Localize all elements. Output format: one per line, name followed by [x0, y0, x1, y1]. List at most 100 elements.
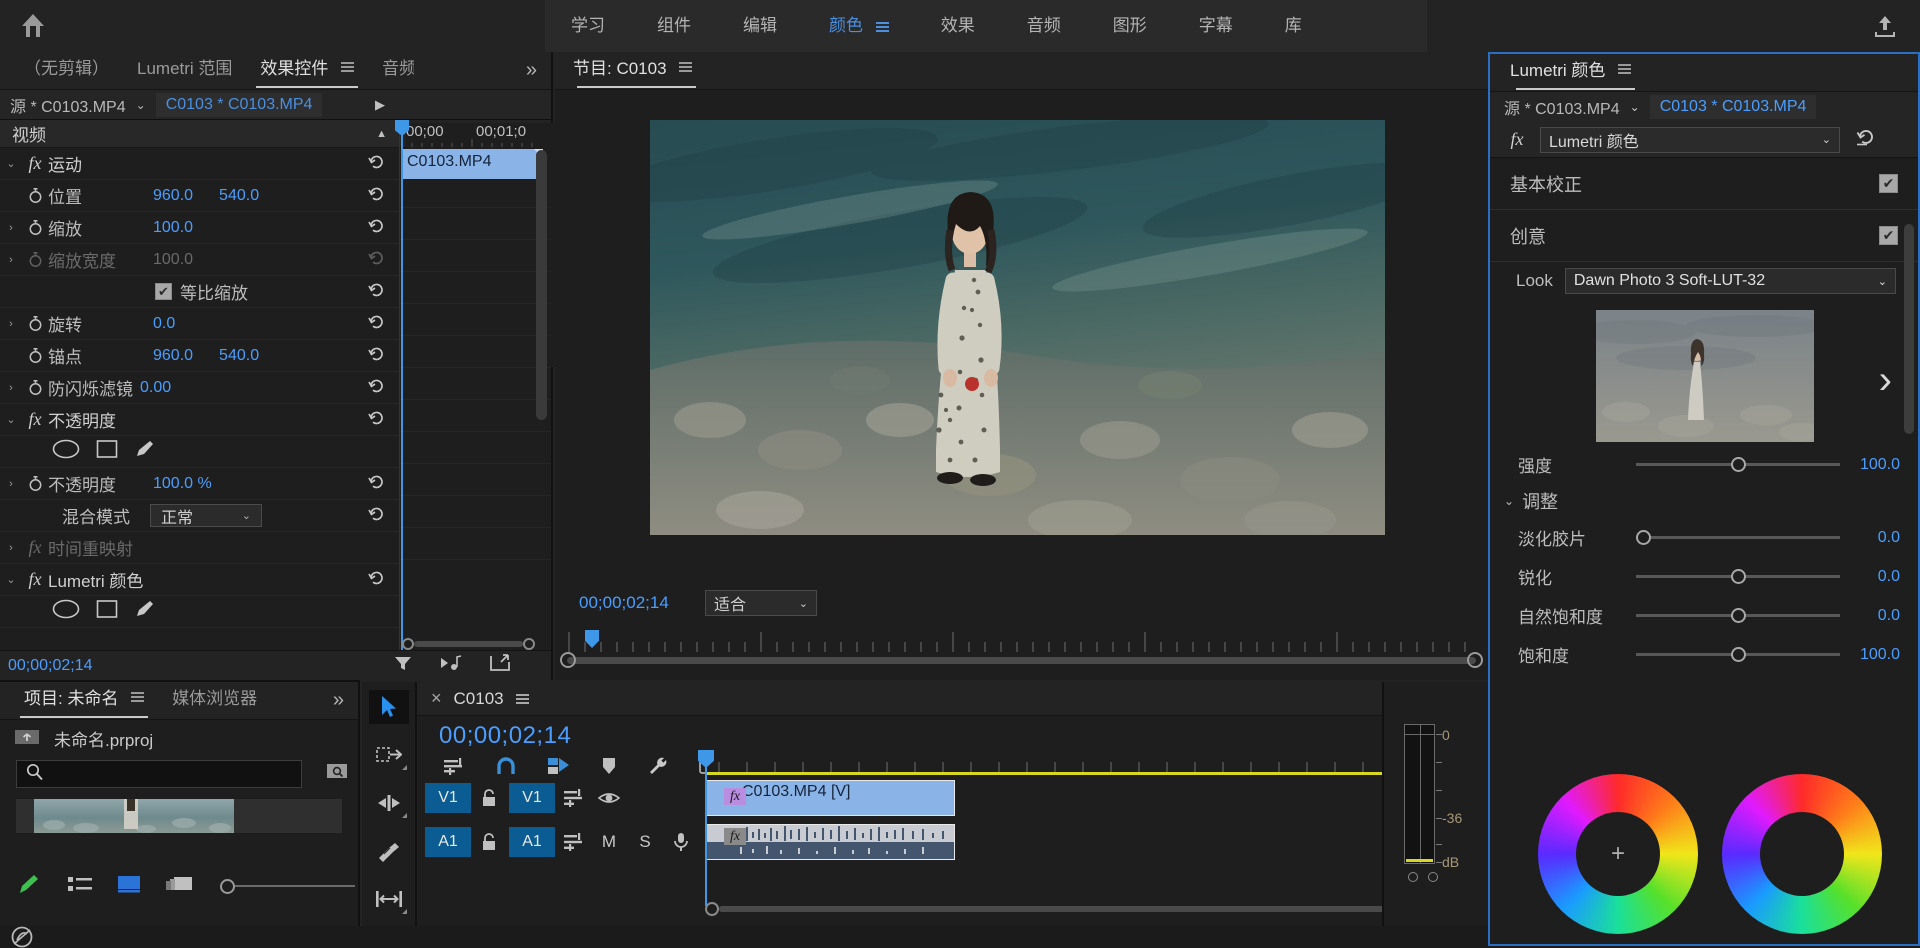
- look-preview-thumbnail[interactable]: [1596, 310, 1814, 442]
- freeform-view-icon[interactable]: [166, 874, 194, 899]
- microphone-icon[interactable]: [663, 827, 699, 857]
- icon-view-icon[interactable]: [118, 875, 140, 898]
- project-file-row[interactable]: 未命名.prproj: [0, 720, 358, 756]
- param-value-y[interactable]: 540.0: [219, 347, 259, 365]
- tab-audio-clip-mixer[interactable]: 音频: [368, 52, 414, 90]
- lumetri-effect-select[interactable]: Lumetri 颜色 ⌄: [1540, 126, 1840, 153]
- slider-value[interactable]: 0.0: [1840, 568, 1900, 586]
- hamburger-icon[interactable]: [1618, 62, 1632, 76]
- lock-icon[interactable]: [471, 783, 507, 813]
- param-rotation[interactable]: › 旋转 0.0: [0, 308, 399, 340]
- stopwatch-icon[interactable]: [22, 475, 48, 492]
- eye-icon[interactable]: [591, 783, 627, 813]
- reset-icon[interactable]: [368, 154, 385, 175]
- project-overflow-button[interactable]: »: [319, 689, 358, 712]
- linked-selection-icon[interactable]: [547, 756, 571, 781]
- disclosure-triangle-icon[interactable]: ›: [0, 478, 22, 490]
- pen-icon[interactable]: [18, 873, 42, 900]
- sync-lock-icon[interactable]: [555, 783, 591, 813]
- param-value-x[interactable]: 960.0: [153, 187, 193, 205]
- saturation-slider[interactable]: [1636, 646, 1840, 664]
- tab-lumetri-scopes[interactable]: Lumetri 范围: [123, 52, 246, 90]
- param-value-y[interactable]: 540.0: [219, 187, 259, 205]
- chevron-up-icon[interactable]: ▲: [376, 128, 387, 140]
- workspace-tab-graphics[interactable]: 图形: [1087, 0, 1173, 52]
- timeline-clip-video[interactable]: fx C0103.MP4 [V]: [705, 780, 955, 816]
- reset-icon[interactable]: [368, 410, 385, 431]
- pen-mask-icon[interactable]: [134, 439, 156, 464]
- look-next-arrow[interactable]: ›: [1879, 358, 1892, 403]
- list-view-icon[interactable]: [68, 875, 92, 898]
- disclosure-triangle-icon[interactable]: ›: [0, 254, 22, 266]
- section-creative[interactable]: 创意 ✔: [1490, 210, 1918, 262]
- hamburger-icon[interactable]: [679, 60, 693, 74]
- close-icon[interactable]: ×: [431, 688, 442, 709]
- param-scale-width[interactable]: › 缩放宽度 100.0: [0, 244, 399, 276]
- zoom-slider[interactable]: [220, 878, 355, 894]
- timeline-playhead[interactable]: [698, 750, 714, 906]
- param-scale[interactable]: › 缩放 100.0: [0, 212, 399, 244]
- checkbox-basic-correction[interactable]: ✔: [1879, 174, 1898, 193]
- lock-icon[interactable]: [471, 827, 507, 857]
- shadow-tint-center[interactable]: +: [1576, 812, 1660, 896]
- param-group-opacity[interactable]: ⌄ fx 不透明度: [0, 404, 399, 436]
- timeline-clip-audio[interactable]: fx: [705, 824, 955, 860]
- reset-icon[interactable]: [368, 186, 385, 207]
- timeline-timecode[interactable]: 00;00;02;14: [417, 716, 1488, 752]
- reset-icon[interactable]: [368, 474, 385, 495]
- effect-controls-ruler[interactable]: 00;00 00;01;0: [400, 120, 1547, 367]
- param-group-time-remapping[interactable]: › fx 时间重映射: [0, 532, 399, 564]
- tab-effect-controls[interactable]: 效果控件: [246, 52, 368, 90]
- effect-controls-clip-bar[interactable]: C0103.MP4: [401, 149, 543, 179]
- sequence-tab-label[interactable]: C0103: [454, 689, 504, 709]
- param-value[interactable]: 0.00: [140, 379, 171, 397]
- disclosure-triangle-icon[interactable]: ⌄: [0, 157, 22, 170]
- effect-controls-playhead[interactable]: [395, 120, 409, 658]
- project-bin-item[interactable]: [16, 799, 342, 833]
- hamburger-icon[interactable]: [515, 692, 529, 706]
- effect-controls-vertical-scrollbar[interactable]: [536, 150, 547, 420]
- workspace-tab-color[interactable]: 颜色: [803, 0, 915, 52]
- rect-mask-icon[interactable]: [96, 599, 118, 624]
- disclosure-triangle-icon[interactable]: ›: [0, 542, 22, 554]
- track-target-v1[interactable]: V1: [425, 783, 471, 813]
- export-icon[interactable]: [1872, 13, 1898, 44]
- blend-mode-select[interactable]: 正常 ⌄: [150, 504, 262, 527]
- stopwatch-icon[interactable]: [22, 347, 48, 364]
- slider-value[interactable]: 100.0: [1840, 646, 1900, 664]
- look-select[interactable]: Dawn Photo 3 Soft-LUT-32 ⌄: [1564, 268, 1896, 294]
- intensity-slider[interactable]: [1636, 456, 1840, 474]
- disclosure-triangle-icon[interactable]: ⌄: [1504, 494, 1514, 508]
- param-position[interactable]: › 位置 960.0 540.0: [0, 180, 399, 212]
- rect-mask-icon[interactable]: [96, 439, 118, 464]
- vibrance-slider[interactable]: [1636, 607, 1840, 625]
- param-anti-flicker-filter[interactable]: › 防闪烁滤镜 0.00: [0, 372, 399, 404]
- search-input[interactable]: [16, 759, 302, 788]
- workspace-tab-effects[interactable]: 效果: [915, 0, 1001, 52]
- program-current-timecode[interactable]: 00;00;02;14: [555, 593, 705, 613]
- highlight-tint-center[interactable]: [1760, 812, 1844, 896]
- tab-project[interactable]: 项目: 未命名: [10, 682, 158, 720]
- param-value-x[interactable]: 960.0: [153, 347, 193, 365]
- pen-mask-icon[interactable]: [134, 599, 156, 624]
- checkbox-creative[interactable]: ✔: [1879, 226, 1898, 245]
- reset-icon[interactable]: [368, 346, 385, 367]
- slider-value[interactable]: 0.0: [1840, 607, 1900, 625]
- home-icon[interactable]: [18, 12, 48, 40]
- slider-value[interactable]: 0.0: [1840, 529, 1900, 547]
- tab-media-browser[interactable]: 媒体浏览器: [158, 682, 266, 720]
- stopwatch-icon[interactable]: [22, 187, 48, 204]
- timeline-horizontal-scrollbar[interactable]: [705, 902, 1432, 916]
- find-icon[interactable]: [324, 758, 350, 789]
- stopwatch-icon[interactable]: [22, 315, 48, 332]
- faded-film-slider[interactable]: [1636, 529, 1840, 547]
- tab-program-monitor[interactable]: 节目: C0103: [567, 52, 706, 90]
- add-marker-icon[interactable]: [601, 756, 617, 780]
- hamburger-icon[interactable]: [131, 690, 145, 704]
- param-group-lumetri-color[interactable]: ⌄ fx Lumetri 颜色: [0, 564, 399, 596]
- lumetri-vertical-scrollbar[interactable]: [1904, 224, 1914, 434]
- slip-tool[interactable]: [369, 882, 409, 916]
- workspace-tab-audio[interactable]: 音频: [1001, 0, 1087, 52]
- reset-icon[interactable]: [1856, 128, 1876, 151]
- disclosure-triangle-icon[interactable]: ›: [0, 318, 22, 330]
